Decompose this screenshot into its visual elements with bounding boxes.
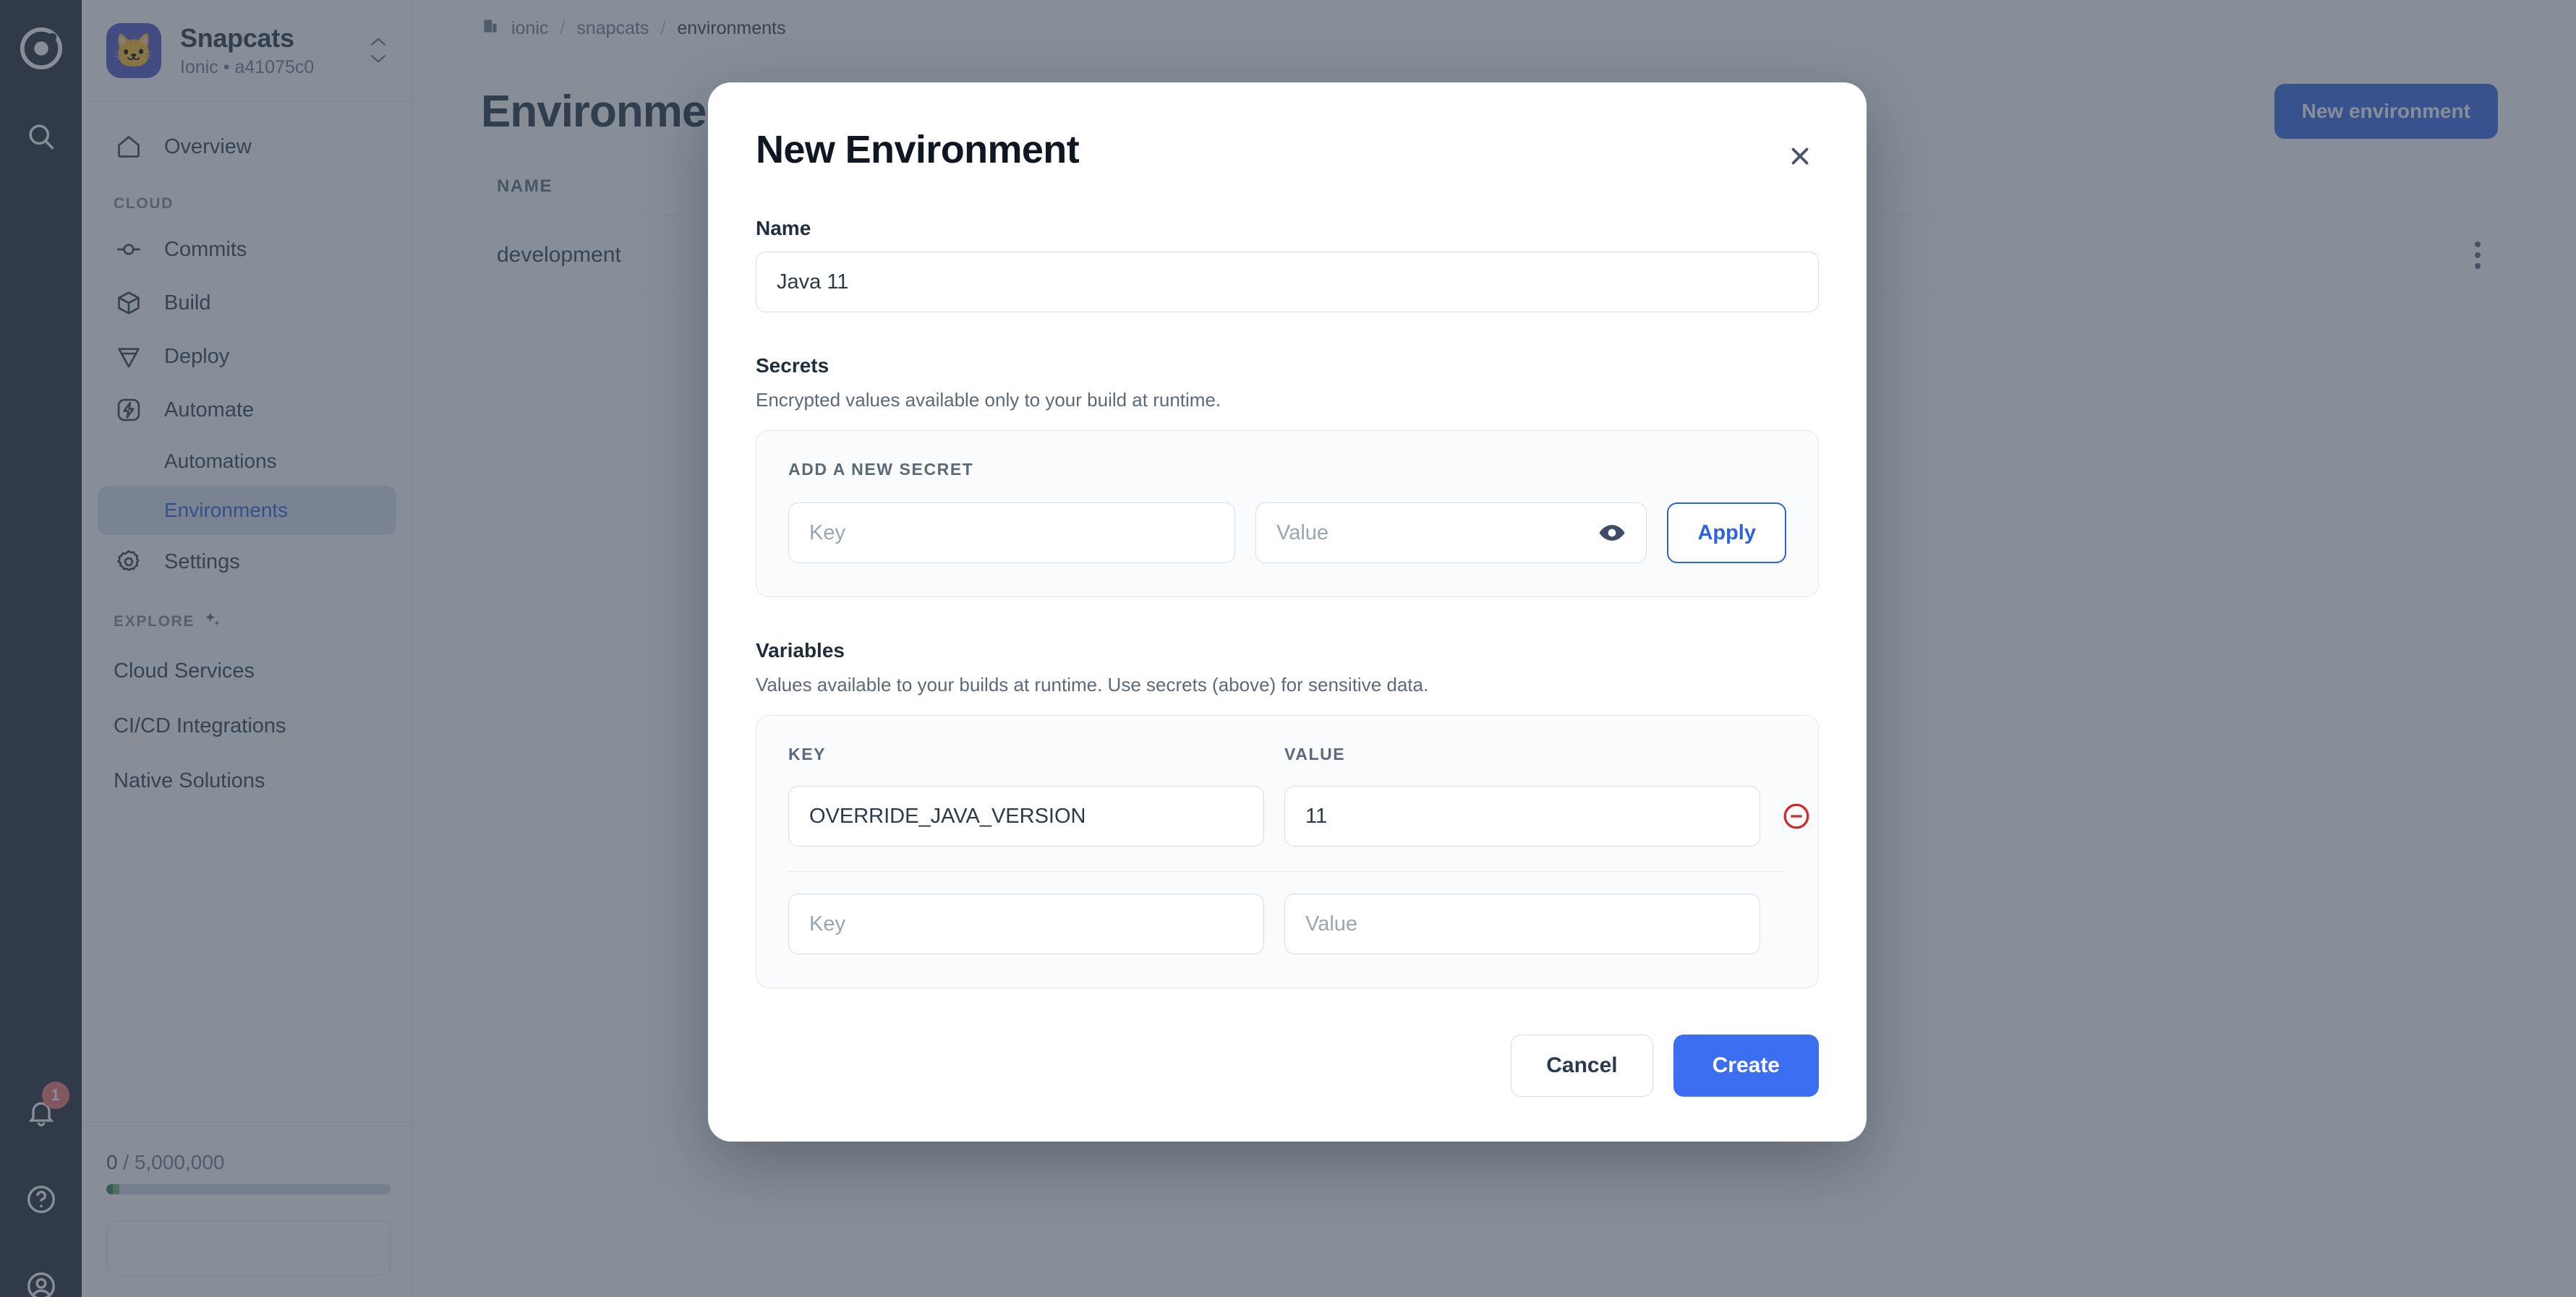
modal-header: New Environment (756, 82, 1819, 175)
variables-column-key: KEY (788, 745, 827, 763)
variable-new-value-input[interactable] (1284, 894, 1760, 954)
secrets-section-description: Encrypted values available only to your … (756, 389, 1221, 411)
variable-new-key-input[interactable] (788, 894, 1264, 954)
variable-row (788, 786, 1809, 847)
add-secret-row: Apply (788, 502, 1786, 563)
apply-secret-button[interactable]: Apply (1667, 502, 1786, 563)
modal-footer: Cancel Create (756, 1035, 1819, 1097)
variables-section-description: Values available to your builds at runti… (756, 674, 1429, 695)
secret-key-input[interactable] (788, 502, 1235, 563)
add-secret-panel: ADD A NEW SECRET Apply (756, 430, 1819, 597)
new-environment-modal: New Environment Name Secrets Encrypted v… (708, 82, 1867, 1142)
variables-column-value: VALUE (1284, 745, 1346, 763)
variable-empty-row (788, 894, 1786, 954)
create-button[interactable]: Create (1673, 1035, 1819, 1097)
name-field-label: Name (756, 217, 811, 239)
variables-row-divider (788, 871, 1786, 872)
variable-value-input[interactable] (1284, 786, 1760, 847)
minus-circle-icon[interactable] (1780, 799, 1812, 834)
secret-value-input[interactable] (1255, 502, 1647, 563)
cancel-button[interactable]: Cancel (1511, 1035, 1653, 1097)
variable-row-spacer (1780, 907, 1786, 941)
close-icon[interactable] (1781, 137, 1819, 175)
name-input[interactable] (756, 252, 1819, 312)
variables-section-title: Variables (756, 639, 845, 662)
secrets-section-title: Secrets (756, 354, 829, 377)
variable-key-input[interactable] (788, 786, 1264, 847)
eye-icon[interactable] (1596, 517, 1628, 549)
variables-panel: KEY VALUE (756, 715, 1819, 988)
modal-title: New Environment (756, 128, 1080, 171)
add-secret-caption: ADD A NEW SECRET (788, 460, 974, 479)
variables-column-headers: KEY VALUE (788, 745, 1786, 764)
app-root: 1 (0, 0, 2576, 1297)
